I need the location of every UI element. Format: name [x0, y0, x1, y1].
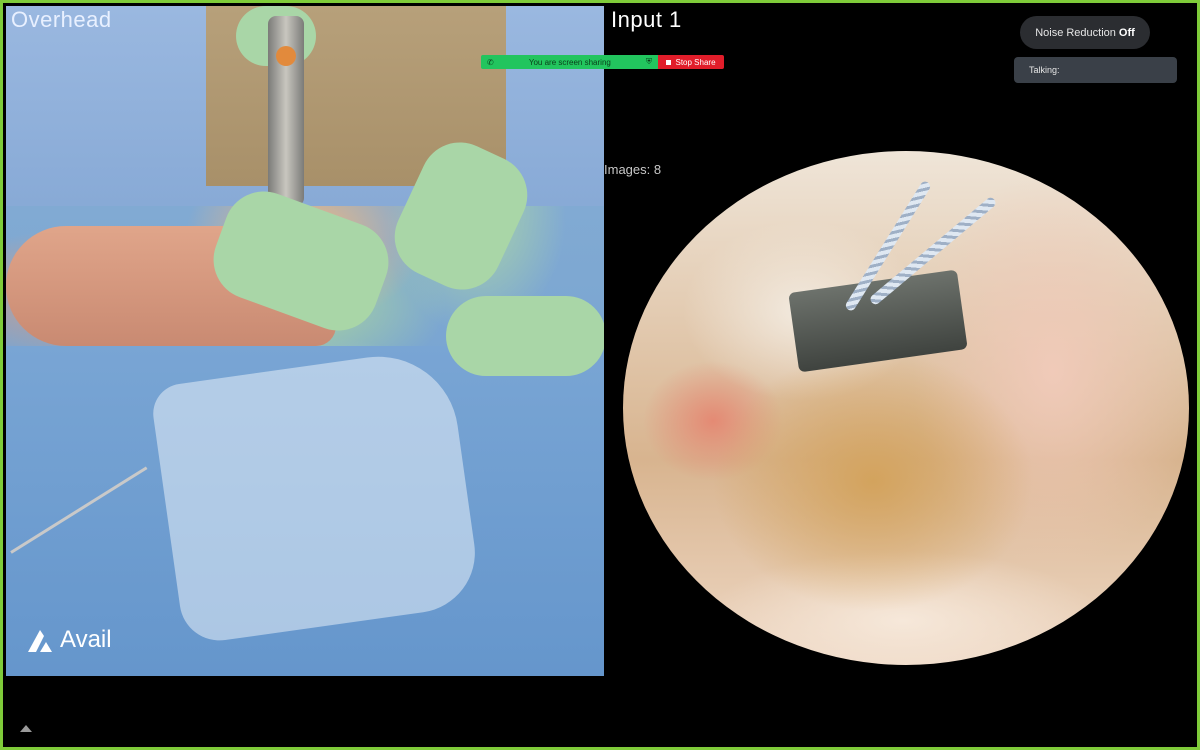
overhead-panel-title: Overhead [11, 7, 112, 32]
glove [446, 296, 604, 376]
screen-share-status: ✆ You are screen sharing ⛨ [481, 55, 658, 69]
chevron-up-icon[interactable] [20, 725, 32, 732]
talking-indicator: Talking: [1014, 57, 1177, 83]
surgical-drill [268, 16, 304, 206]
noise-reduction-label: Noise Reduction [1035, 26, 1116, 39]
screen-share-status-text: You are screen sharing [528, 57, 611, 67]
phone-icon: ✆ [487, 57, 494, 67]
images-count: Images: 8 [604, 162, 662, 177]
stop-share-button[interactable]: Stop Share [658, 55, 724, 69]
avail-logo: Avail [26, 626, 112, 654]
stop-icon [666, 59, 672, 65]
talking-label: Talking: [1029, 65, 1060, 75]
overhead-video-feed[interactable]: Avail [6, 6, 604, 676]
drill-tip [276, 46, 296, 66]
avail-logo-text: Avail [60, 626, 112, 653]
stop-share-label: Stop Share [675, 57, 716, 67]
noise-reduction-toggle[interactable]: Noise Reduction Off [1020, 16, 1150, 49]
input-panel-title: Input 1 [611, 7, 682, 32]
arthroscopic-probe [788, 269, 968, 373]
arthroscope-video-feed[interactable] [623, 151, 1189, 665]
plastic-drape [149, 346, 483, 646]
shield-icon: ⛨ [646, 57, 652, 66]
window-frame: Avail Overhead Input 1 Images: 8 ✆ You a… [0, 0, 1200, 750]
avail-logo-icon [28, 630, 52, 652]
screen-share-bar: ✆ You are screen sharing ⛨ Stop Share [481, 55, 724, 69]
noise-reduction-state: Off [1118, 26, 1135, 39]
